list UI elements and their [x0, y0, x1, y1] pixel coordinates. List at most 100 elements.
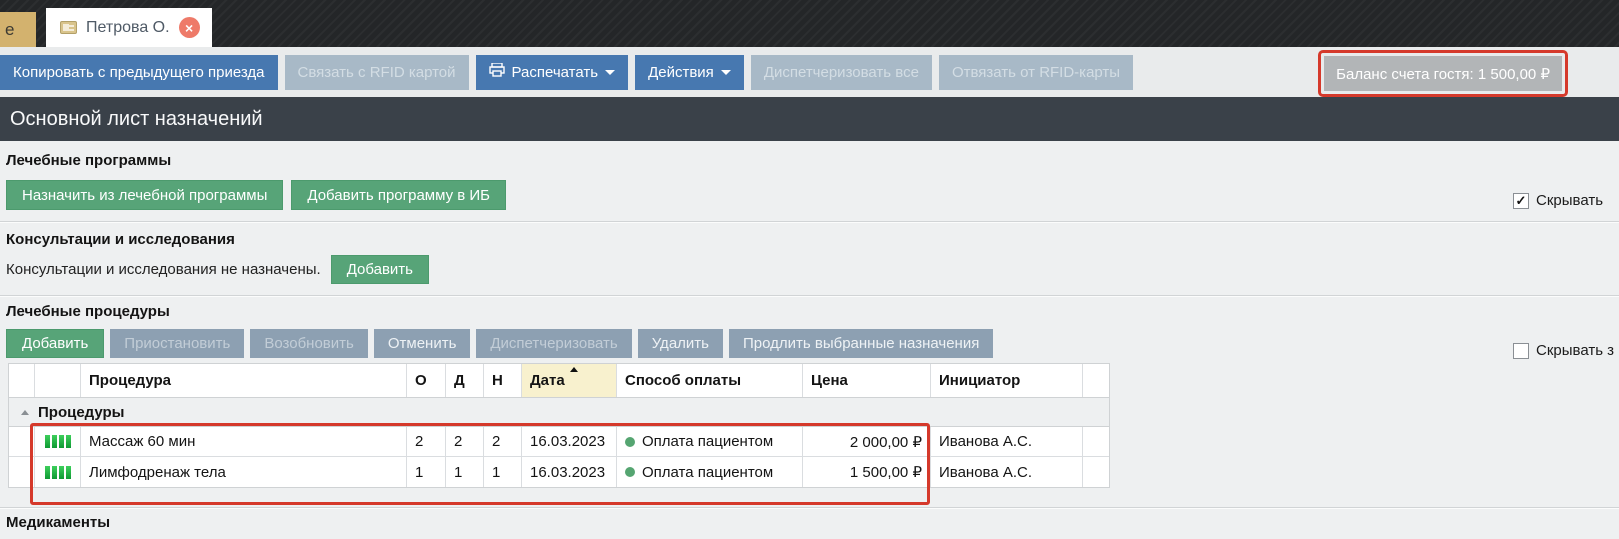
tab-close-icon[interactable]: × [179, 17, 200, 38]
cell-payment: Оплата пациентом [617, 457, 803, 487]
row-status-cell [35, 427, 81, 456]
cancel-procedure-button[interactable]: Отменить [374, 329, 471, 358]
procedures-button-row: Добавить Приостановить Возобновить Отмен… [6, 329, 993, 358]
dispatch-all-button[interactable]: Диспетчеризовать все [751, 55, 932, 90]
cell-o: 2 [407, 427, 446, 456]
consultations-empty-row: Консультации и исследования не назначены… [6, 255, 429, 284]
unlink-rfid-button[interactable]: Отвязать от RFID-карты [939, 55, 1133, 90]
section-divider [0, 295, 1619, 297]
header-date-sorted[interactable]: Дата [522, 364, 617, 397]
checkbox-checked-icon[interactable]: ✓ [1513, 193, 1529, 209]
programs-section-heading: Лечебные программы [6, 152, 171, 169]
section-divider [0, 221, 1619, 223]
payment-status-dot-icon [625, 467, 635, 477]
header-o[interactable]: О [407, 364, 446, 397]
cell-initiator: Иванова А.С. [931, 457, 1083, 487]
dispatch-procedure-button[interactable]: Диспетчеризовать [476, 329, 631, 358]
toolbar: Копировать с предыдущего приезда Связать… [0, 47, 1619, 97]
header-n[interactable]: Н [484, 364, 522, 397]
programs-button-row: Назначить из лечебной программы Добавить… [6, 180, 506, 210]
hide-programs-checkbox[interactable]: ✓ Скрывать [1513, 192, 1603, 209]
cell-d: 1 [446, 457, 484, 487]
table-row[interactable]: Лимфодренаж тела 1 1 1 16.03.2023 Оплата… [9, 457, 1109, 487]
balance-annotation-box: Баланс счета гостя: 1 500,00 ₽ [1318, 50, 1568, 97]
hide-programs-label: Скрывать [1536, 192, 1603, 209]
dispatch-all-label: Диспетчеризовать все [764, 64, 919, 81]
row-selector-cell[interactable] [9, 457, 35, 487]
add-consultation-button[interactable]: Добавить [331, 255, 429, 284]
cell-o: 1 [407, 457, 446, 487]
chevron-down-icon [605, 70, 615, 75]
header-selector-column [9, 364, 35, 397]
header-price[interactable]: Цена [803, 364, 931, 397]
checkbox-unchecked-icon[interactable] [1513, 343, 1529, 359]
header-status-column [35, 364, 81, 397]
medications-section-heading: Медикаменты [6, 514, 110, 531]
extend-selected-button[interactable]: Продлить выбранные назначения [729, 329, 993, 358]
header-date-label: Дата [530, 372, 565, 389]
page-title: Основной лист назначений [0, 97, 1619, 141]
cell-payment: Оплата пациентом [617, 427, 803, 456]
copy-previous-visit-label: Копировать с предыдущего приезда [13, 64, 265, 81]
procedures-section-heading: Лечебные процедуры [6, 303, 170, 320]
sort-asc-icon [570, 367, 578, 372]
header-d[interactable]: Д [446, 364, 484, 397]
cell-n: 1 [484, 457, 522, 487]
actions-dropdown-button[interactable]: Действия [635, 55, 744, 90]
consultations-section-heading: Консультации и исследования [6, 231, 235, 248]
group-label: Процедуры [38, 404, 125, 421]
hide-procedures-label: Скрывать з [1536, 342, 1614, 359]
section-divider [0, 507, 1619, 509]
delete-procedure-button[interactable]: Удалить [638, 329, 723, 358]
cell-price: 1 500,00 ₽ [803, 457, 931, 487]
tab-bar: е Петрова О. × [0, 0, 1619, 47]
chevron-down-icon [721, 70, 731, 75]
pause-procedure-button[interactable]: Приостановить [110, 329, 244, 358]
cell-spacer [1083, 457, 1109, 487]
cell-n: 2 [484, 427, 522, 456]
header-payment[interactable]: Способ оплаты [617, 364, 803, 397]
collapse-group-icon[interactable] [21, 410, 29, 415]
link-rfid-label: Связать с RFID картой [298, 64, 456, 81]
payment-label: Оплата пациентом [642, 464, 773, 481]
status-bars-icon [45, 435, 71, 448]
cell-initiator: Иванова А.С. [931, 427, 1083, 456]
resume-procedure-button[interactable]: Возобновить [250, 329, 367, 358]
cell-d: 2 [446, 427, 484, 456]
add-procedure-button[interactable]: Добавить [6, 329, 104, 358]
row-selector-cell[interactable] [9, 427, 35, 456]
print-label: Распечатать [512, 64, 599, 81]
tab-previous-partial[interactable]: е [0, 12, 36, 47]
table-header-row: Процедура О Д Н Дата Способ оплаты Цена … [9, 364, 1109, 398]
payment-label: Оплата пациентом [642, 433, 773, 450]
header-spacer-column [1083, 364, 1109, 397]
table-row[interactable]: Массаж 60 мин 2 2 2 16.03.2023 Оплата па… [9, 427, 1109, 457]
procedures-table: Процедура О Д Н Дата Способ оплаты Цена … [8, 363, 1110, 488]
header-initiator[interactable]: Инициатор [931, 364, 1083, 397]
add-program-to-ib-button[interactable]: Добавить программу в ИБ [291, 180, 506, 210]
header-procedure[interactable]: Процедура [81, 364, 407, 397]
hide-procedures-checkbox[interactable]: Скрывать з [1513, 342, 1614, 359]
assign-from-program-button[interactable]: Назначить из лечебной программы [6, 180, 283, 210]
table-group-row-procedures[interactable]: Процедуры [9, 398, 1109, 427]
printer-icon [489, 63, 505, 81]
consultations-empty-text: Консультации и исследования не назначены… [6, 261, 321, 278]
main-window: е Петрова О. × Копировать с предыдущего … [0, 0, 1619, 539]
copy-previous-visit-button[interactable]: Копировать с предыдущего приезда [0, 55, 278, 90]
guest-balance-badge: Баланс счета гостя: 1 500,00 ₽ [1324, 56, 1562, 91]
tab-patient[interactable]: Петрова О. × [46, 8, 212, 47]
cell-procedure: Лимфодренаж тела [81, 457, 407, 487]
status-bars-icon [45, 466, 71, 479]
unlink-rfid-label: Отвязать от RFID-карты [952, 64, 1120, 81]
print-dropdown-button[interactable]: Распечатать [476, 55, 629, 90]
actions-label: Действия [648, 64, 714, 81]
cell-price: 2 000,00 ₽ [803, 427, 931, 456]
cell-procedure: Массаж 60 мин [81, 427, 407, 456]
tab-previous-label: е [5, 20, 14, 40]
cell-spacer [1083, 427, 1109, 456]
cell-date: 16.03.2023 [522, 427, 617, 456]
row-status-cell [35, 457, 81, 487]
link-rfid-button[interactable]: Связать с RFID картой [285, 55, 469, 90]
cell-date: 16.03.2023 [522, 457, 617, 487]
payment-status-dot-icon [625, 437, 635, 447]
